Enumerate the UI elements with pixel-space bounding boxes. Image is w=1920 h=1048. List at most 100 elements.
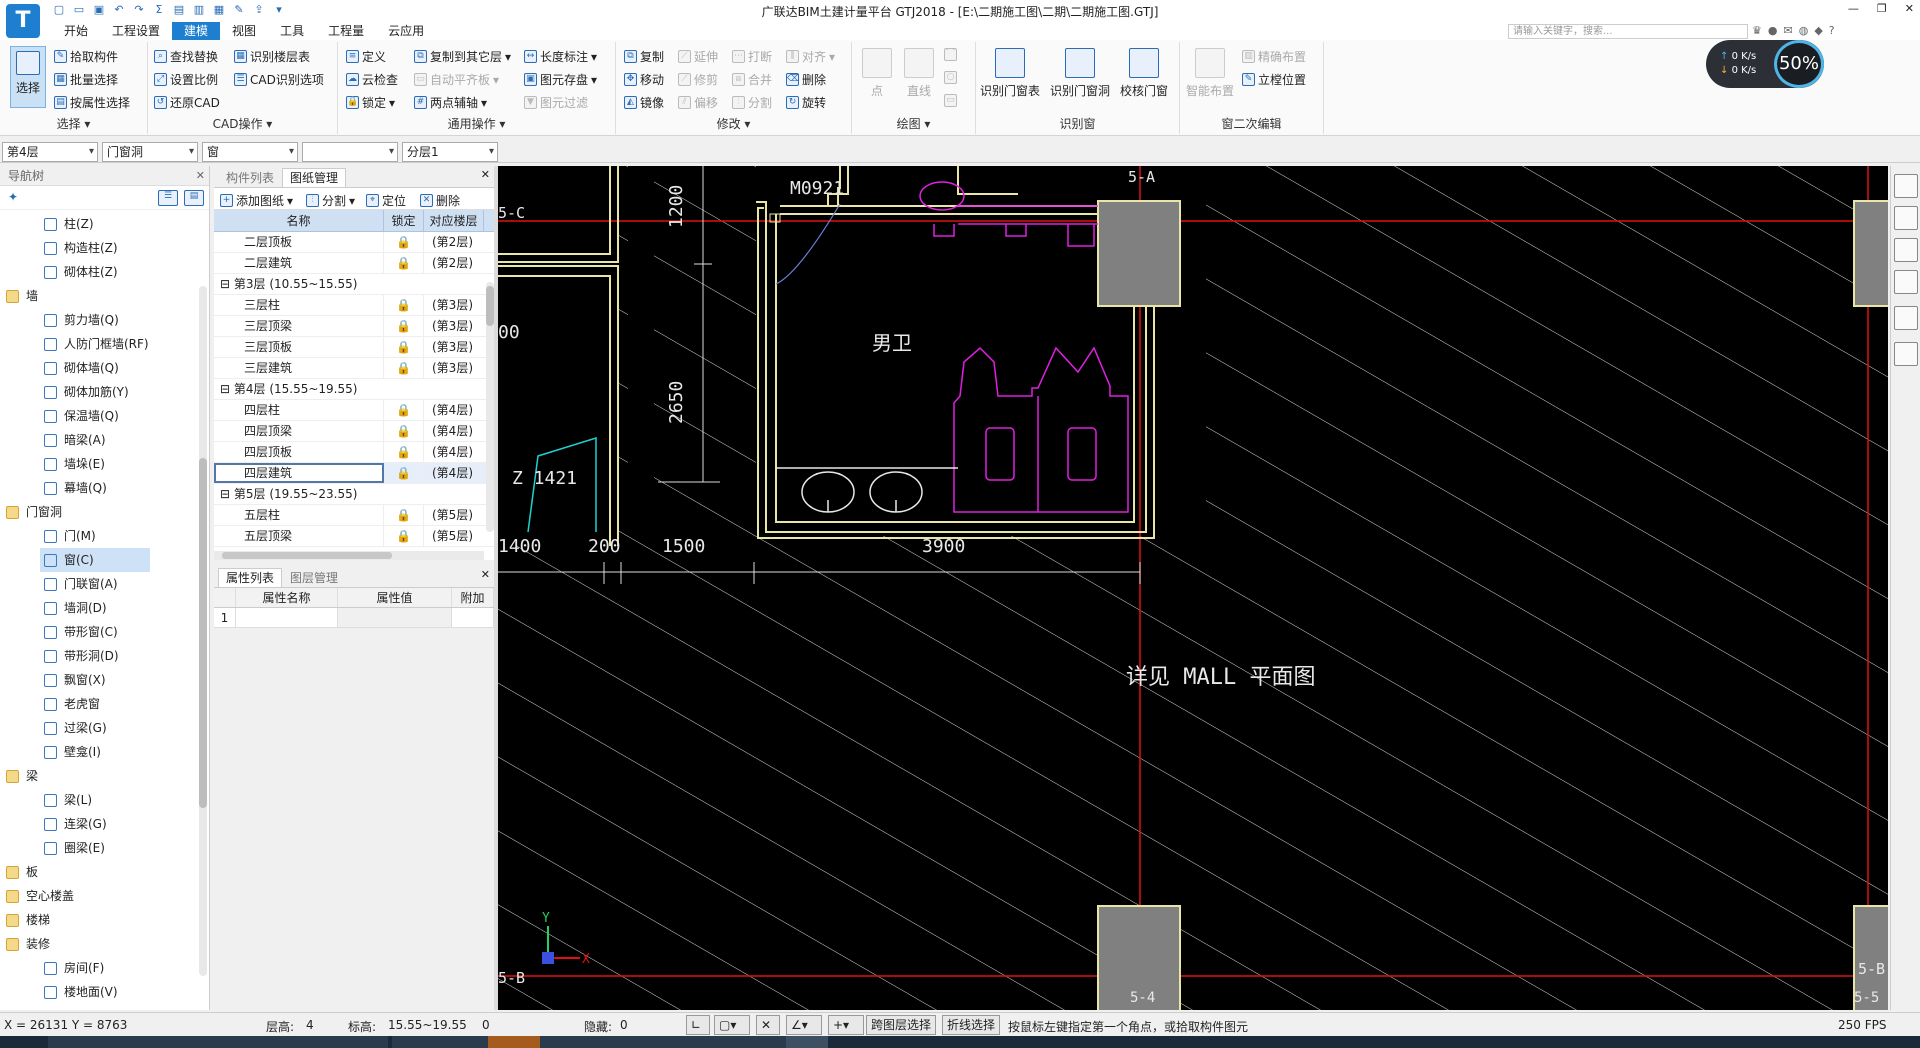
restore-cad-button[interactable]: ↺ 还原CAD [154,94,220,111]
nav-item[interactable]: 连梁(G) [0,812,198,836]
nav-item[interactable]: 带形窗(C) [0,620,198,644]
menu-tab-2[interactable]: 建模 [172,22,221,40]
nav-item[interactable]: 过梁(G) [0,716,198,740]
property-tab-0[interactable]: 属性列表 [218,568,283,587]
drawing-hscrollbar[interactable] [214,551,484,560]
nav-scrollbar[interactable] [199,286,207,976]
rect-tool[interactable]: ▭ [944,94,957,107]
help-icon[interactable]: ? [1829,24,1835,37]
top-view-icon[interactable] [1894,238,1918,262]
drawing-row[interactable]: 四层柱 🔒 (第4层) [214,400,494,421]
copy-button[interactable]: ⧉ 复制 [624,48,664,65]
menu-tab-3[interactable]: 视图 [220,22,268,40]
minimize-icon[interactable]: — [1848,2,1859,15]
nav-category[interactable]: 墙 [0,284,198,308]
batch-select-button[interactable]: ▦ 批量选择 [54,71,118,88]
nav-item[interactable]: 幕墙(Q) [0,476,198,500]
nav-item[interactable]: 门(M) [0,524,198,548]
line-button[interactable]: 直线 [904,48,934,99]
menu-tab-6[interactable]: 云应用 [376,22,436,40]
nav-category[interactable]: 装修 [0,932,198,956]
close-icon[interactable]: ✕ [196,166,205,186]
point-button[interactable]: 点 [862,48,892,99]
nav-category[interactable]: 梁 [0,764,198,788]
element-filter-button[interactable]: ▼ 图元过滤 [524,94,588,111]
smart-layout-button[interactable]: 智能布置 [1186,48,1234,99]
network-speed-widget[interactable]: ↑ 0 K/s ↓ 0 K/s 50% [1706,40,1824,88]
menu-tab-1[interactable]: 工程设置 [100,22,172,40]
find-replace-button[interactable]: ⌕ 查找替换 [154,48,218,65]
split-button[interactable]: ⫶ 分割 [732,94,772,111]
col-name[interactable]: 名称 [214,210,384,231]
drawing-row[interactable]: 四层顶板 🔒 (第4层) [214,442,494,463]
group-label-cad[interactable]: CAD操作 ▾ [148,115,337,132]
lock-icon[interactable]: 🔒 [384,463,424,483]
lock-button[interactable]: 🔒 锁定 ▾ [346,94,395,111]
nav-item[interactable]: 砌体墙(Q) [0,356,198,380]
component-select[interactable] [302,142,398,162]
drawing-tab-0[interactable]: 构件列表 [218,168,282,187]
nav-item[interactable]: 墙洞(D) [0,596,198,620]
define-button[interactable]: ≡ 定义 [346,48,386,65]
align-button[interactable]: ⫼ 对齐 ▾ [786,48,835,65]
select-button[interactable]: 选择 [10,46,46,108]
group-label-common[interactable]: 通用操作 ▾ [338,115,615,132]
close-icon[interactable]: ✕ [1905,2,1914,15]
menu-tab-5[interactable]: 工程量 [316,22,376,40]
grid-view-icon[interactable] [1894,342,1918,366]
redo-icon[interactable]: ↷ [132,3,146,17]
check-window-button[interactable]: 校核门窗 [1120,48,1168,99]
lock-icon[interactable]: 🔒 [384,337,424,357]
pick-component-button[interactable]: ✎ 拾取构件 [54,48,118,65]
search-input[interactable]: 请输入关键字，搜索... [1508,24,1748,39]
drawing-vscrollbar[interactable] [486,282,494,532]
app-logo[interactable]: T [6,4,40,38]
drawing-row[interactable]: 四层顶梁 🔒 (第4层) [214,421,494,442]
nav-item[interactable]: 圈梁(E) [0,836,198,860]
select-by-property-button[interactable]: ▤ 按属性选择 [54,94,130,111]
precise-layout-button[interactable]: ▥ 精确布置 [1242,48,1306,65]
drawing-row[interactable]: 二层顶板 🔒 (第2层) [214,232,494,253]
nav-item[interactable]: 砌体柱(Z) [0,260,198,284]
box-view-icon[interactable] [1894,270,1918,294]
lock-icon[interactable]: 🔒 [384,400,424,420]
recognize-window-opening-button[interactable]: 识别门窗洞 [1050,48,1110,99]
drawing-row[interactable]: 二层建筑 🔒 (第2层) [214,253,494,274]
nav-item[interactable]: 飘窗(X) [0,668,198,692]
snap-icon[interactable]: ▢▾ [714,1015,750,1035]
cloud-check-button[interactable]: ☁ 云检查 [346,71,398,88]
extend-button[interactable]: ⟋ 延伸 [678,48,718,65]
ortho-icon[interactable]: ∟ [686,1015,710,1035]
floor-select[interactable]: 第4层 [2,142,98,162]
nav-item[interactable]: 砌体加筋(Y) [0,380,198,404]
nav-item[interactable]: 房间(F) [0,956,198,980]
check-icon[interactable]: ▦ [212,3,226,17]
menu-tab-0[interactable]: 开始 [52,22,100,40]
nav-category[interactable]: 板 [0,860,198,884]
detail-view-icon[interactable]: ▤ [184,190,204,206]
export-icon[interactable]: ⇪ [252,3,266,17]
property-row[interactable]: 1 [214,608,494,628]
drawing-tab-1[interactable]: 图纸管理 [282,168,347,187]
property-tab-1[interactable]: 图层管理 [282,568,346,587]
report-icon[interactable]: ▤ [172,3,186,17]
restore-icon[interactable]: ❐ [1877,2,1887,15]
nav-category[interactable]: 楼梯 [0,908,198,932]
auto-align-slab-button[interactable]: ▭ 自动平齐板 ▾ [414,71,499,88]
layer-select[interactable]: 分层1 [402,142,498,162]
drawing-row[interactable]: 三层建筑 🔒 (第3层) [214,358,494,379]
break-button[interactable]: ⋯ 打断 [732,48,772,65]
copy-to-other-floor-button[interactable]: ⧉ 复制到其它层 ▾ [414,48,511,65]
category-select[interactable]: 门窗洞 [102,142,198,162]
lock-icon[interactable]: 🔒 [384,526,424,546]
arc-tool[interactable]: ⌒ [944,48,957,61]
message-icon[interactable]: ✉ [1783,24,1792,37]
gift-icon[interactable]: ◆ [1814,24,1822,37]
undo-icon[interactable]: ↶ [112,3,126,17]
list-view-icon[interactable]: ☰ [158,190,178,206]
offset-button[interactable]: ⫽ 偏移 [678,94,718,111]
drawing-row[interactable]: 三层顶板 🔒 (第3层) [214,337,494,358]
floor-group-row[interactable]: ⊟ 第5层 (19.55~23.55)🔒 [214,484,494,505]
lock-icon[interactable]: 🔒 [384,253,424,273]
drawing-row[interactable]: 四层建筑 🔒 (第4层) [214,463,494,484]
